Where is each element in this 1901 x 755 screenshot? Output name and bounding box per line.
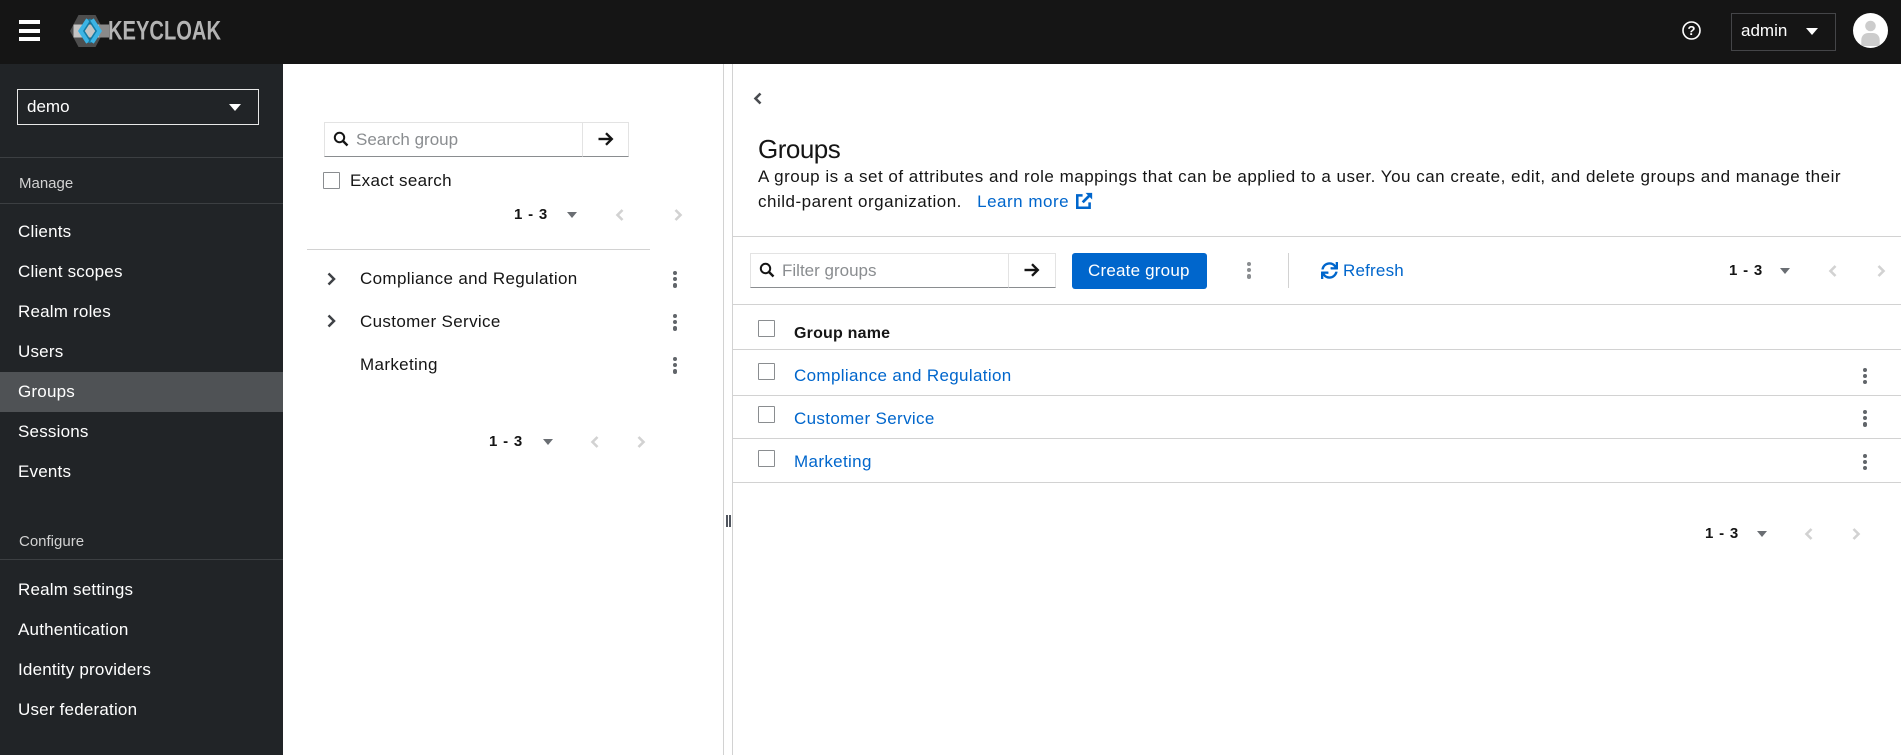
svg-text:?: ? — [1688, 23, 1696, 38]
svg-text:KEYCLOAK: KEYCLOAK — [108, 16, 221, 46]
